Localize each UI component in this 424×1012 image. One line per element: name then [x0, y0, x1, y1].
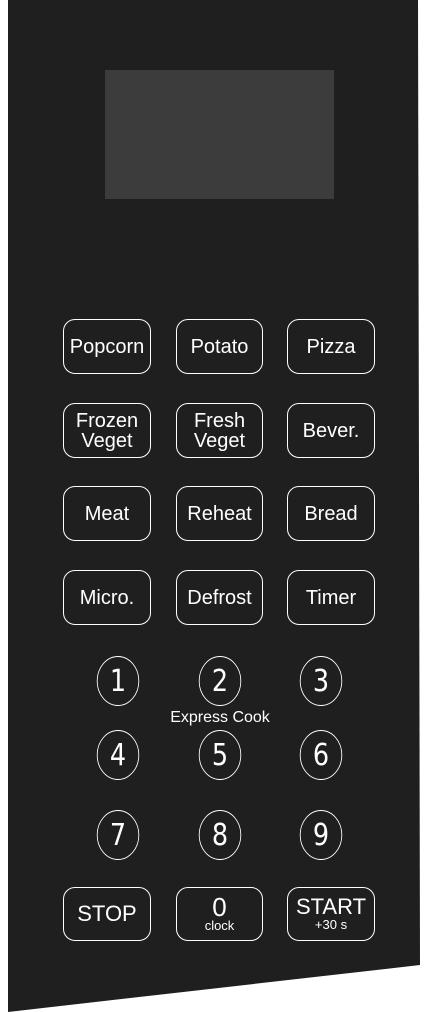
fresh-veget-label-line1: Fresh: [193, 409, 246, 432]
defrost-button[interactable]: Defrost: [176, 570, 263, 625]
reheat-button[interactable]: Reheat: [176, 486, 263, 541]
bever-label: Bever.: [302, 419, 360, 442]
digit-9-button[interactable]: 9: [299, 810, 343, 860]
bread-label: Bread: [304, 502, 358, 525]
potato-button[interactable]: Potato: [176, 319, 263, 374]
pizza-button[interactable]: Pizza: [287, 319, 375, 374]
fresh-veget-button[interactable]: Fresh Veget: [176, 403, 263, 458]
timer-button[interactable]: Timer: [287, 570, 375, 625]
express-cook-label: Express Cook: [170, 709, 270, 726]
fresh-veget-label-line2: Veget: [193, 429, 246, 452]
digit-2-button[interactable]: 2: [198, 656, 242, 706]
digit-1-button[interactable]: 1: [96, 656, 140, 706]
plus-30s-label: +30 s: [314, 917, 348, 932]
meat-button[interactable]: Meat: [63, 486, 151, 541]
start-button[interactable]: START +30 s: [287, 887, 375, 941]
stop-label: STOP: [77, 901, 137, 926]
digit-4-button[interactable]: 4: [96, 730, 140, 780]
frozen-veget-button[interactable]: Frozen Veget: [63, 403, 151, 458]
reheat-label: Reheat: [187, 502, 252, 525]
timer-label: Timer: [305, 586, 357, 609]
popcorn-button[interactable]: Popcorn: [63, 319, 151, 374]
lcd-display: [105, 70, 334, 199]
meat-label: Meat: [84, 502, 130, 525]
micro-label: Micro.: [79, 586, 135, 609]
frozen-veget-label-line2: Veget: [81, 429, 133, 452]
defrost-label: Defrost: [187, 586, 252, 609]
bread-button[interactable]: Bread: [287, 486, 375, 541]
bever-button[interactable]: Bever.: [287, 403, 375, 458]
potato-label: Potato: [190, 335, 249, 358]
digit-6-button[interactable]: 6: [299, 730, 343, 780]
start-label: START: [295, 894, 367, 919]
zero-clock-button[interactable]: 0 clock: [176, 887, 263, 941]
digit-5-button[interactable]: 5: [198, 730, 242, 780]
stop-button[interactable]: STOP: [63, 887, 151, 941]
popcorn-label: Popcorn: [69, 335, 145, 358]
frozen-veget-label-line1: Frozen: [75, 409, 139, 432]
digit-7-button[interactable]: 7: [96, 810, 140, 860]
clock-label: clock: [204, 918, 235, 933]
digit-3-button[interactable]: 3: [299, 656, 343, 706]
micro-button[interactable]: Micro.: [63, 570, 151, 625]
zero-label: 0: [212, 892, 227, 922]
pizza-label: Pizza: [306, 335, 356, 358]
digit-8-button[interactable]: 8: [198, 810, 242, 860]
